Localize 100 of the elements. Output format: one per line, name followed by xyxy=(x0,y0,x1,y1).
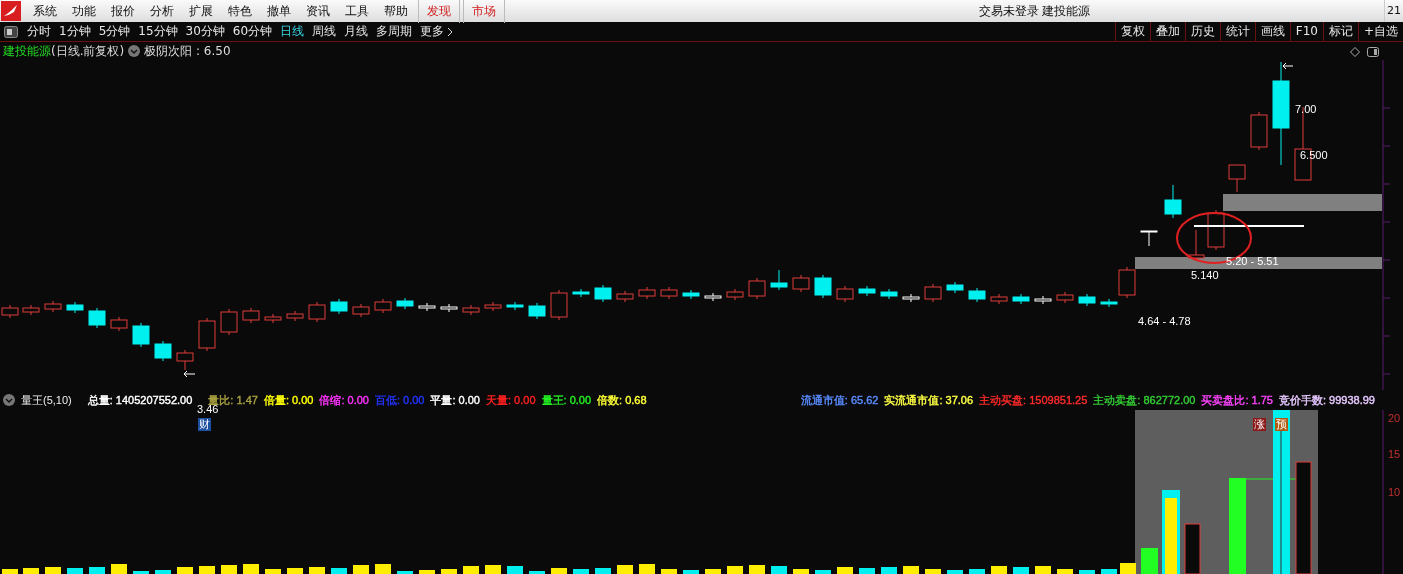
menu-item[interactable]: 分析 xyxy=(142,2,181,20)
period-tab[interactable]: 1分钟 xyxy=(55,23,95,40)
menu-item[interactable]: 功能 xyxy=(64,2,103,20)
price-label: 4.64 - 4.78 xyxy=(1138,315,1191,327)
indicator-stat: 量比: 1.47 xyxy=(208,392,258,406)
candlestick xyxy=(22,304,40,316)
candlestick xyxy=(792,274,810,293)
dropdown-icon[interactable] xyxy=(3,394,15,406)
candlestick xyxy=(154,340,172,362)
menu-item[interactable]: 报价 xyxy=(103,2,142,20)
candlestick xyxy=(308,301,326,323)
candlestick xyxy=(352,303,370,318)
menu-item[interactable]: 撤单 xyxy=(259,2,298,20)
candlestick xyxy=(176,349,194,371)
candlestick xyxy=(616,290,634,303)
chart-mode: (日线.前复权) xyxy=(51,42,125,60)
indicator-stat: 量王: 0.00 xyxy=(541,392,592,408)
panel-toggle-icon[interactable] xyxy=(1367,47,1379,57)
price-label: 5.140 xyxy=(1191,269,1219,281)
price-label: 6.500 xyxy=(1300,149,1328,161)
corner-label: 21 xyxy=(1384,0,1403,22)
period-tab[interactable]: 月线 xyxy=(340,23,373,40)
toolbar-button[interactable]: +自选 xyxy=(1357,22,1403,41)
period-tab[interactable]: 5分钟 xyxy=(94,23,135,40)
indicator-stat: 买卖盘比: 1.75 xyxy=(1201,392,1273,408)
arrow-icon xyxy=(183,370,196,378)
event-marker[interactable]: 预 xyxy=(1275,418,1288,431)
menu-item[interactable]: 发现 xyxy=(418,0,460,23)
period-tab[interactable]: 更多 xyxy=(416,23,458,40)
toolbar-button[interactable]: 叠加 xyxy=(1149,22,1185,41)
axis-label: 20 xyxy=(1388,412,1401,424)
candlestick xyxy=(990,293,1008,305)
candlestick xyxy=(968,287,986,303)
candlestick xyxy=(1250,111,1268,151)
stock-name: 建投能源 xyxy=(2,42,51,60)
candlestick xyxy=(660,286,678,300)
toolbar-button[interactable]: 标记 xyxy=(1322,22,1358,41)
candlestick xyxy=(1140,230,1158,247)
price-label: 5.20 - 5.51 xyxy=(1226,255,1279,267)
axis-label: 10 xyxy=(1388,486,1401,498)
candlestick xyxy=(770,269,788,291)
price-label: 7.00 xyxy=(1295,103,1317,115)
candlestick xyxy=(1164,184,1182,219)
menu-item[interactable]: 特色 xyxy=(220,2,259,20)
candlestick xyxy=(814,274,832,299)
indicator-stat: 倍量: 0.00 xyxy=(263,392,314,408)
candlestick xyxy=(1056,291,1074,304)
candlestick xyxy=(1228,164,1246,193)
candlestick xyxy=(132,322,150,348)
candlestick xyxy=(638,286,656,300)
candlestick xyxy=(858,285,876,297)
diamond-icon[interactable] xyxy=(1350,47,1360,57)
candlestick xyxy=(462,304,480,316)
period-tab[interactable]: 60分钟 xyxy=(228,23,277,40)
indicator-stat: 倍缩: 0.00 xyxy=(319,392,369,408)
candlestick xyxy=(374,298,392,314)
candlestick xyxy=(242,307,260,324)
period-tab[interactable]: 日线 xyxy=(276,23,309,40)
toolbar-button[interactable]: 画线 xyxy=(1254,22,1290,41)
candlestick xyxy=(594,284,612,303)
menu-item[interactable]: 工具 xyxy=(337,2,376,20)
dropdown-icon[interactable] xyxy=(128,45,141,57)
candlestick xyxy=(88,307,106,329)
toolbar-button[interactable]: 统计 xyxy=(1219,22,1255,41)
candlestick xyxy=(330,298,348,315)
menu-item[interactable]: 市场 xyxy=(463,0,505,23)
menu-item[interactable]: 资讯 xyxy=(298,2,337,20)
menu-item[interactable]: 系统 xyxy=(25,2,64,20)
indicator-stat: 百低: 0.00 xyxy=(374,392,425,408)
period-tab[interactable]: 分时 xyxy=(23,23,55,40)
candlestick xyxy=(726,288,744,301)
candlestick xyxy=(198,317,216,352)
period-tab[interactable]: 30分钟 xyxy=(181,23,229,40)
candlestick xyxy=(528,302,546,320)
candlestick xyxy=(880,288,898,300)
candlestick xyxy=(748,277,766,300)
indicator-stat: 主动卖盘: 862772.00 xyxy=(1093,392,1196,408)
event-marker[interactable]: 财 xyxy=(198,418,211,431)
toolbar-button[interactable]: F10 xyxy=(1289,22,1323,41)
indicator-stat: 流通市值: 65.62 xyxy=(800,392,879,408)
toolbar-button[interactable]: 复权 xyxy=(1114,22,1150,41)
window-title: 交易未登录 建投能源 xyxy=(977,2,1092,20)
indicator-stat: 平量: 0.00 xyxy=(430,392,480,408)
event-marker[interactable]: 涨 xyxy=(1253,418,1266,431)
candlestick xyxy=(110,316,128,332)
indicator-stat: 竞价手数: 99938.99 xyxy=(1279,392,1375,408)
candlestick xyxy=(836,285,854,303)
candlestick xyxy=(1078,293,1096,307)
menu-item[interactable]: 扩展 xyxy=(181,2,220,20)
candlestick xyxy=(220,308,238,336)
indicator-stat: 倍数: 0.68 xyxy=(597,392,647,408)
indicator-stat: 天量: 0.00 xyxy=(486,392,536,408)
candlestick xyxy=(946,281,964,294)
menu-item[interactable]: 帮助 xyxy=(376,2,415,20)
toggle-icon[interactable] xyxy=(4,25,18,38)
period-tab[interactable]: 周线 xyxy=(308,23,341,40)
indicator-stat: 主动买盘: 1509851.25 xyxy=(979,392,1088,408)
period-tab[interactable]: 多周期 xyxy=(372,23,417,40)
toolbar-button[interactable]: 历史 xyxy=(1184,22,1220,41)
period-tab[interactable]: 15分钟 xyxy=(134,23,182,40)
